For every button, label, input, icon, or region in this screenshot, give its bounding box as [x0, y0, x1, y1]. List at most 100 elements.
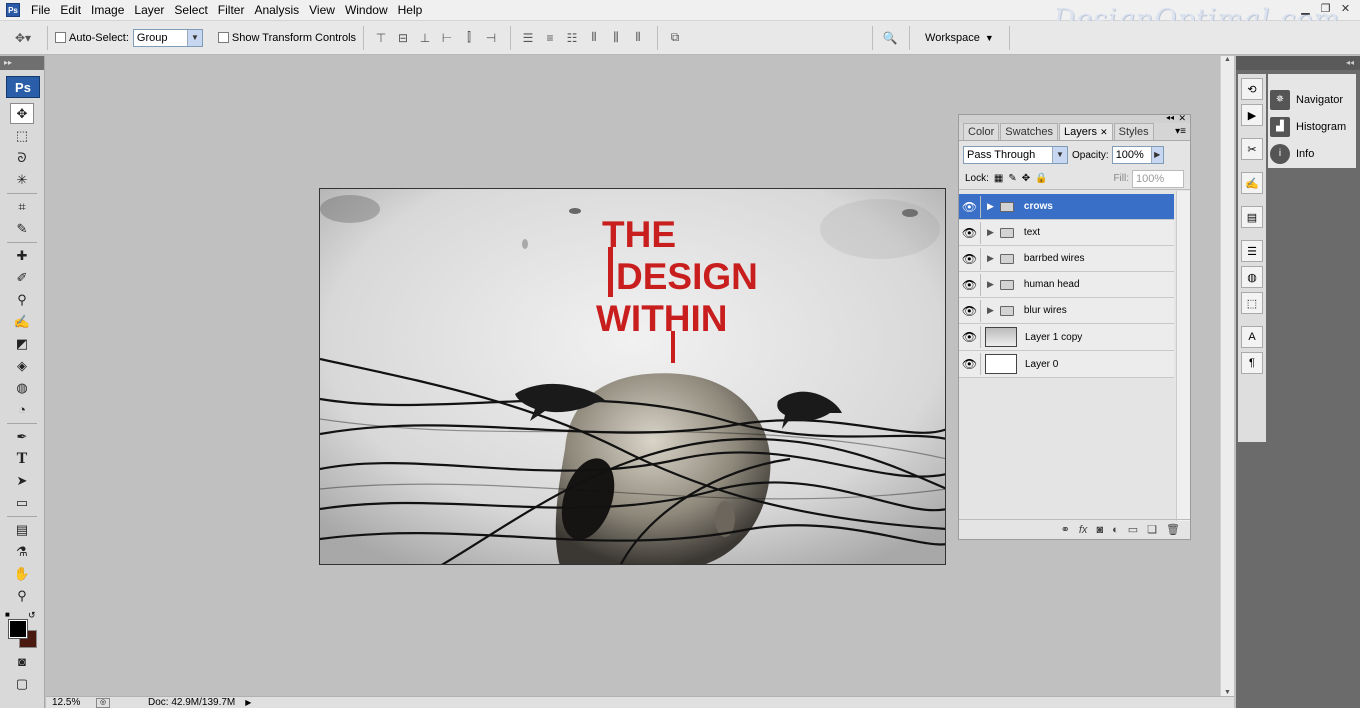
- expand-triangle-icon[interactable]: ▶: [987, 201, 994, 212]
- menu-analysis[interactable]: Analysis: [249, 0, 304, 21]
- eraser-tool-icon[interactable]: ◩: [10, 333, 34, 354]
- menu-window[interactable]: Window: [340, 0, 393, 21]
- visibility-eye-icon[interactable]: 👁: [959, 299, 981, 322]
- layer-row[interactable]: 👁 ▶ crows: [959, 194, 1174, 220]
- close-icon[interactable]: ✕: [1178, 113, 1186, 124]
- expand-triangle-icon[interactable]: ▶: [987, 305, 994, 316]
- history-panel-icon[interactable]: ⟲: [1241, 78, 1263, 100]
- clone-stamp-tool-icon[interactable]: ⚲: [10, 289, 34, 310]
- menu-image[interactable]: Image: [86, 0, 129, 21]
- distribute-left-icon[interactable]: ⦀: [584, 28, 604, 48]
- paint-bucket-tool-icon[interactable]: ◈: [10, 355, 34, 376]
- vertical-scrollbar[interactable]: ▲ ▼: [1220, 56, 1234, 698]
- expand-triangle-icon[interactable]: ▶: [987, 253, 994, 264]
- scroll-up-icon[interactable]: ▲: [1221, 56, 1234, 63]
- layer-row[interactable]: 👁 ▶ blur wires: [959, 298, 1174, 324]
- healing-brush-tool-icon[interactable]: ✚: [10, 245, 34, 266]
- link-layers-icon[interactable]: ⚭: [1061, 523, 1070, 536]
- bridge-icon[interactable]: 🔍: [880, 28, 900, 48]
- histogram-panel[interactable]: ▟ Histogram: [1268, 113, 1356, 140]
- layer-row[interactable]: 👁 Layer 1 copy: [959, 324, 1174, 351]
- align-left-icon[interactable]: ⊢: [437, 28, 457, 48]
- distribute-hcenter-icon[interactable]: ⫼: [606, 28, 626, 48]
- magic-wand-tool-icon[interactable]: ✳: [10, 169, 34, 190]
- minimize-icon[interactable]: ▁: [1297, 3, 1314, 17]
- tab-color[interactable]: Color: [963, 123, 1000, 140]
- dodge-tool-icon[interactable]: ◔: [10, 399, 34, 420]
- align-bottom-icon[interactable]: ⊥: [415, 28, 435, 48]
- show-transform-checkbox[interactable]: [217, 32, 229, 43]
- menu-file[interactable]: File: [26, 0, 55, 21]
- visibility-eye-icon[interactable]: 👁: [959, 247, 981, 270]
- paragraph-panel-icon[interactable]: ¶: [1241, 352, 1263, 374]
- document-canvas[interactable]: THE DESIGN WITHIN: [319, 188, 946, 565]
- menu-filter[interactable]: Filter: [213, 0, 250, 21]
- restore-icon[interactable]: ❐: [1317, 3, 1334, 17]
- visibility-eye-icon[interactable]: 👁: [959, 326, 981, 348]
- align-right-icon[interactable]: ⊣: [481, 28, 501, 48]
- slice-tool-icon[interactable]: ✎: [10, 218, 34, 239]
- distribute-right-icon[interactable]: ⫴: [628, 28, 648, 48]
- layer-row[interactable]: 👁 ▶ human head: [959, 272, 1174, 298]
- opacity-field[interactable]: 100% ▶: [1111, 146, 1164, 164]
- move-tool-icon[interactable]: ✥: [10, 103, 34, 124]
- menu-view[interactable]: View: [304, 0, 340, 21]
- zoom-level[interactable]: 12.5%: [46, 697, 86, 708]
- visibility-eye-icon[interactable]: 👁: [959, 221, 981, 244]
- visibility-eye-icon[interactable]: 👁: [959, 273, 981, 296]
- tab-swatches[interactable]: Swatches: [1000, 123, 1058, 140]
- status-icon[interactable]: ◎: [96, 697, 110, 708]
- distribute-vcenter-icon[interactable]: ≡: [540, 28, 560, 48]
- workspace-button[interactable]: Workspace ▼: [917, 32, 1002, 44]
- brush-tool-icon[interactable]: ✐: [10, 267, 34, 288]
- rectangle-tool-icon[interactable]: ▭: [10, 492, 34, 513]
- chevron-right-icon[interactable]: ▶: [1150, 147, 1163, 163]
- distribute-bottom-icon[interactable]: ☷: [562, 28, 582, 48]
- brushes-panel-icon[interactable]: ✍: [1241, 172, 1263, 194]
- delete-layer-icon[interactable]: 🗑: [1166, 523, 1180, 536]
- layers-scrollbar[interactable]: [1176, 191, 1190, 521]
- status-menu-icon[interactable]: ▶: [245, 698, 251, 707]
- auto-select-checkbox[interactable]: [55, 32, 66, 43]
- fill-field[interactable]: 100%: [1132, 169, 1184, 188]
- notes-tool-icon[interactable]: ▤: [10, 519, 34, 540]
- dock-collapse-icon[interactable]: ◂◂: [1236, 56, 1360, 70]
- eyedropper-tool-icon[interactable]: ⚗: [10, 541, 34, 562]
- type-tool-icon[interactable]: T: [10, 448, 34, 469]
- actions-panel-icon[interactable]: ▶: [1241, 104, 1263, 126]
- new-group-icon[interactable]: ▭: [1128, 523, 1138, 536]
- align-vcenter-icon[interactable]: ⊟: [393, 28, 413, 48]
- navigator-panel[interactable]: ✵ Navigator: [1268, 86, 1356, 113]
- marquee-tool-icon[interactable]: ⬚: [10, 125, 34, 146]
- lock-position-icon[interactable]: ✥: [1022, 173, 1030, 184]
- auto-select-dropdown[interactable]: Group ▼: [132, 28, 203, 47]
- panel-collapse-icon[interactable]: ▸▸: [0, 56, 44, 70]
- menu-help[interactable]: Help: [393, 0, 428, 21]
- zoom-tool-icon[interactable]: ⚲: [10, 585, 34, 606]
- visibility-eye-icon[interactable]: 👁: [959, 353, 981, 375]
- menu-select[interactable]: Select: [169, 0, 212, 21]
- hand-tool-icon[interactable]: ✋: [10, 563, 34, 584]
- swap-colors-icon[interactable]: ↺: [28, 610, 36, 621]
- align-top-icon[interactable]: ⊤: [371, 28, 391, 48]
- mask-panel-icon[interactable]: ◍: [1241, 266, 1263, 288]
- close-icon[interactable]: ✕: [1337, 3, 1354, 17]
- blend-mode-dropdown[interactable]: Pass Through ▼: [963, 146, 1068, 164]
- layer-style-icon[interactable]: fx: [1079, 524, 1088, 536]
- layer-comps-icon[interactable]: ▤: [1241, 206, 1263, 228]
- paths-panel-icon[interactable]: ⬚: [1241, 292, 1263, 314]
- distribute-top-icon[interactable]: ☰: [518, 28, 538, 48]
- blur-tool-icon[interactable]: ◍: [10, 377, 34, 398]
- panel-menu-icon[interactable]: ▾≡: [1175, 123, 1186, 140]
- close-icon[interactable]: ✕: [1100, 127, 1108, 137]
- foreground-color-swatch[interactable]: [8, 619, 28, 639]
- quick-mask-icon[interactable]: ◙: [10, 651, 34, 672]
- crop-tool-icon[interactable]: ⌗: [10, 196, 34, 217]
- expand-triangle-icon[interactable]: ▶: [987, 279, 994, 290]
- auto-align-icon[interactable]: ⧉: [665, 28, 685, 48]
- collapse-icon[interactable]: ◂◂: [1166, 113, 1174, 122]
- layer-row[interactable]: 👁 ▶ barrbed wires: [959, 246, 1174, 272]
- default-colors-icon[interactable]: ■: [5, 610, 10, 619]
- character-panel-icon[interactable]: A: [1241, 326, 1263, 348]
- expand-triangle-icon[interactable]: ▶: [987, 227, 994, 238]
